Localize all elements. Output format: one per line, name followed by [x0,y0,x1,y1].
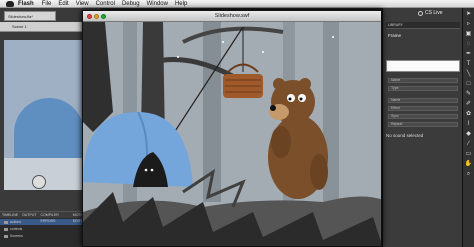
layer-icon [4,234,8,238]
menu-view[interactable]: View [76,1,89,7]
frame-label: Frame [388,33,402,38]
brush-icon[interactable]: ✐ [465,100,473,108]
layer-label: Screens [10,234,23,238]
swf-preview-window[interactable]: Slideshow.swf [82,10,382,247]
app-name[interactable]: Flash [18,1,34,7]
prop-sync-field[interactable]: Sync [388,114,458,119]
minimize-icon[interactable] [94,14,99,19]
eraser-icon[interactable]: ▭ [465,150,473,158]
prop-effect-field[interactable]: Effect [388,106,458,111]
forest-scene[interactable] [83,22,381,246]
scene-label[interactable]: Scene 1 [12,24,27,29]
subselect-icon[interactable]: ▹ [465,20,473,28]
window-title: Slideshow.swf [214,13,250,19]
prop-repeat-field[interactable]: Repeat [388,122,458,127]
layer-icon [4,220,8,224]
menu-control[interactable]: Control [96,1,115,7]
properties-panel [382,8,462,247]
zoom-icon[interactable]: ⌕ [465,170,473,178]
menu-debug[interactable]: Debug [122,1,140,7]
frame-name-input[interactable] [386,60,460,72]
eyedropper-icon[interactable]: ⁄ [465,140,473,148]
tab-timeline[interactable]: TIMELINE [2,212,18,218]
menu-window[interactable]: Window [147,1,168,7]
play-button[interactable] [32,175,46,189]
no-sound-text: No sound selected [386,133,424,138]
tab-output[interactable]: OUTPUT [22,212,36,218]
prop-type-field[interactable]: Type [388,86,458,91]
window-titlebar[interactable]: Slideshow.swf [83,11,381,22]
stage-preview[interactable] [4,40,84,190]
bone-icon[interactable]: ⌇ [465,120,473,128]
menu-edit[interactable]: Edit [58,1,68,7]
text-icon[interactable]: T [465,60,473,68]
menu-bar: Flash File Edit View Control Debug Windo… [0,0,474,8]
paint-bucket-icon[interactable]: ◆ [465,130,473,138]
deco-icon[interactable]: ✿ [465,110,473,118]
free-transform-icon[interactable]: ▣ [465,30,473,38]
hand-icon[interactable]: ✋ [465,160,473,168]
line-icon[interactable]: ╲ [465,70,473,78]
prop-sound-name-field[interactable]: Name [388,98,458,103]
rect-icon[interactable]: □ [465,80,473,88]
close-icon[interactable] [87,14,92,19]
pen-icon[interactable]: ✒ [465,50,473,58]
panel-tab[interactable]: LIBRARY [386,22,460,29]
cs-live-label: CS Live [425,10,443,16]
menu-file[interactable]: File [42,1,52,7]
apple-icon[interactable] [6,0,14,7]
tab-compiler-errors[interactable]: COMPILER ERRORS [41,212,69,223]
maximize-icon[interactable] [101,14,106,19]
layer-icon [4,227,8,231]
cs-live-icon [418,10,423,16]
document-tab[interactable]: Slideshow.fla* [4,11,56,21]
layer-label: actions [10,220,22,224]
cs-live-button[interactable]: CS Live [418,10,443,16]
arrow-icon[interactable]: ➤ [465,10,473,18]
layer-label: controls [10,227,23,231]
prop-name-field[interactable]: Name [388,78,458,83]
pencil-icon[interactable]: ✎ [465,90,473,98]
tools-bar: ➤ ▹ ▣ ◌ ✒ T ╲ □ ✎ ✐ ✿ ⌇ ◆ ⁄ ▭ ✋ ⌕ [462,8,474,247]
forest-illustration [83,22,381,246]
menu-help[interactable]: Help [175,1,187,7]
lasso-icon[interactable]: ◌ [465,40,473,48]
